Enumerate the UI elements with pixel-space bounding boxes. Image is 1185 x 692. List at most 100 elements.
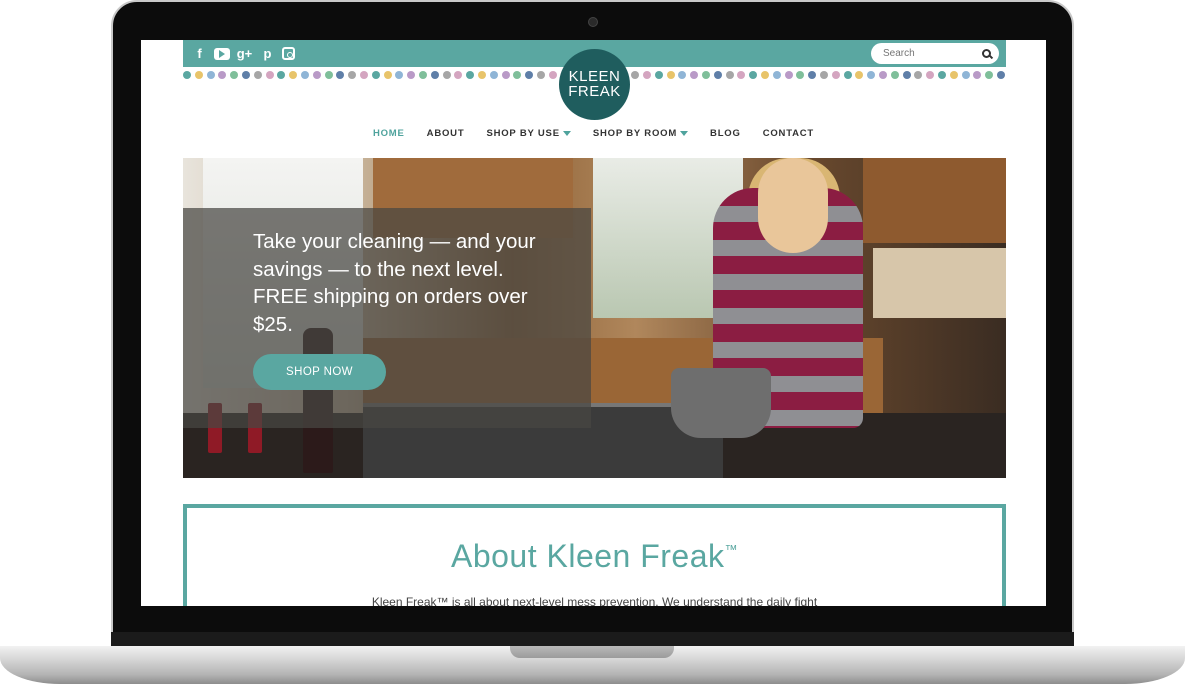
pinterest-icon[interactable]: p	[259, 45, 276, 62]
decorative-dot	[949, 71, 958, 79]
nav-item-contact[interactable]: CONTACT	[763, 128, 814, 139]
logo-line-2: FREAK	[568, 82, 621, 100]
decorative-dot	[973, 71, 982, 79]
decorative-dot	[985, 71, 994, 79]
decorative-dot	[926, 71, 935, 79]
hero-photo-pot	[671, 368, 771, 438]
decorative-dot	[466, 71, 475, 79]
nav-item-about[interactable]: ABOUT	[427, 128, 465, 139]
decorative-dot	[183, 71, 191, 79]
decorative-dot	[678, 71, 687, 79]
decorative-dot	[643, 71, 652, 79]
decorative-dot	[914, 71, 923, 79]
decorative-dot	[690, 71, 699, 79]
search-box[interactable]	[871, 43, 999, 64]
decorative-dot	[996, 71, 1005, 79]
laptop-notch	[510, 646, 674, 658]
decorative-dot	[324, 71, 333, 79]
main-navigation: HOME ABOUT SHOP BY USE SHOP BY ROOM BLOG CONT…	[141, 128, 1046, 139]
decorative-dot	[867, 71, 876, 79]
about-title-text: About Kleen Freak	[450, 538, 725, 574]
nav-item-label: HOME	[372, 128, 405, 139]
decorative-dot	[336, 71, 345, 79]
decorative-dot	[418, 71, 427, 79]
decorative-dot	[395, 71, 404, 79]
decorative-dot	[312, 71, 321, 79]
nav-item-label: SHOP BY ROOM	[592, 128, 678, 139]
decorative-dot	[489, 71, 498, 79]
decorative-dot	[666, 71, 675, 79]
nav-item-shop-by-room[interactable]: SHOP BY ROOM	[592, 128, 689, 139]
shop-now-button[interactable]: SHOP NOW	[253, 354, 386, 390]
hero-photo-face	[758, 158, 828, 253]
decorative-dot	[383, 71, 392, 79]
decorative-dot	[761, 71, 770, 79]
nav-item-label: CONTACT	[762, 128, 815, 139]
hero-banner: Take your cleaning — and your savings — …	[183, 158, 1006, 478]
decorative-dot	[737, 71, 746, 79]
social-links: f g+ p	[191, 45, 295, 62]
nav-item-home[interactable]: HOME	[373, 128, 405, 139]
search-icon[interactable]	[982, 49, 991, 58]
decorative-dot	[855, 71, 864, 79]
decorative-dot	[654, 71, 663, 79]
decorative-dot	[843, 71, 852, 79]
instagram-icon[interactable]	[282, 47, 295, 60]
nav-item-label: BLOG	[710, 128, 741, 139]
decorative-dot	[218, 71, 227, 79]
decorative-dot	[749, 71, 758, 79]
decorative-dot	[548, 71, 557, 79]
about-intro: Kleen Freak™ is all about next-level mes…	[371, 595, 818, 606]
hero-headline: Take your cleaning — and your savings — …	[253, 230, 536, 336]
decorative-dot	[348, 71, 357, 79]
google-plus-icon[interactable]: g+	[236, 45, 253, 62]
decorative-dot	[808, 71, 817, 79]
hero-photo-backsplash	[873, 248, 1006, 318]
decorative-dot	[713, 71, 722, 79]
decorative-dot	[831, 71, 840, 79]
nav-item-label: ABOUT	[426, 128, 465, 139]
decorative-dot	[430, 71, 439, 79]
nav-item-shop-by-use[interactable]: SHOP BY USE	[486, 128, 571, 139]
decorative-dot	[820, 71, 829, 79]
hero-photo-cabinet	[863, 158, 1006, 243]
decorative-dot	[300, 71, 309, 79]
camera-icon	[588, 17, 598, 27]
youtube-icon[interactable]	[214, 47, 230, 60]
facebook-icon[interactable]: f	[191, 45, 208, 62]
decorative-dot	[477, 71, 486, 79]
decorative-dot	[501, 71, 510, 79]
decorative-dot	[938, 71, 946, 79]
decorative-dot	[784, 71, 793, 79]
browser-viewport: f g+ p KLEEN FREAK HOME ABOUT SHOP BY USE S…	[141, 40, 1046, 606]
decorative-dot	[454, 71, 463, 79]
search-input[interactable]	[883, 48, 982, 59]
decorative-dot	[902, 71, 911, 79]
decorative-dot	[359, 71, 368, 79]
decorative-dot	[241, 71, 250, 79]
trademark-symbol: ™	[724, 542, 739, 557]
decorative-dot	[536, 71, 545, 79]
kleen-freak-logo[interactable]: KLEEN FREAK	[559, 49, 630, 120]
decorative-dot	[879, 71, 888, 79]
decorative-dot	[407, 71, 416, 79]
caret-down-icon[interactable]	[562, 131, 571, 136]
about-title: About Kleen Freak™	[187, 538, 1002, 575]
decorative-dot	[702, 71, 711, 79]
decorative-dot	[230, 71, 239, 79]
decorative-dot	[289, 71, 298, 79]
decorative-dot	[772, 71, 781, 79]
caret-down-icon[interactable]	[680, 131, 689, 136]
decorative-dot	[277, 71, 286, 79]
decorative-dot	[631, 71, 640, 79]
nav-item-blog[interactable]: BLOG	[710, 128, 741, 139]
decorative-dot	[442, 71, 451, 79]
decorative-dot	[253, 71, 262, 79]
decorative-dot	[513, 71, 522, 79]
nav-item-label: SHOP BY USE	[486, 128, 560, 139]
decorative-dot	[371, 71, 380, 79]
laptop-hinge	[111, 632, 1074, 646]
about-section: About Kleen Freak™ Kleen Freak™ is all a…	[183, 504, 1006, 606]
decorative-dot	[194, 71, 203, 79]
decorative-dot	[525, 71, 534, 79]
